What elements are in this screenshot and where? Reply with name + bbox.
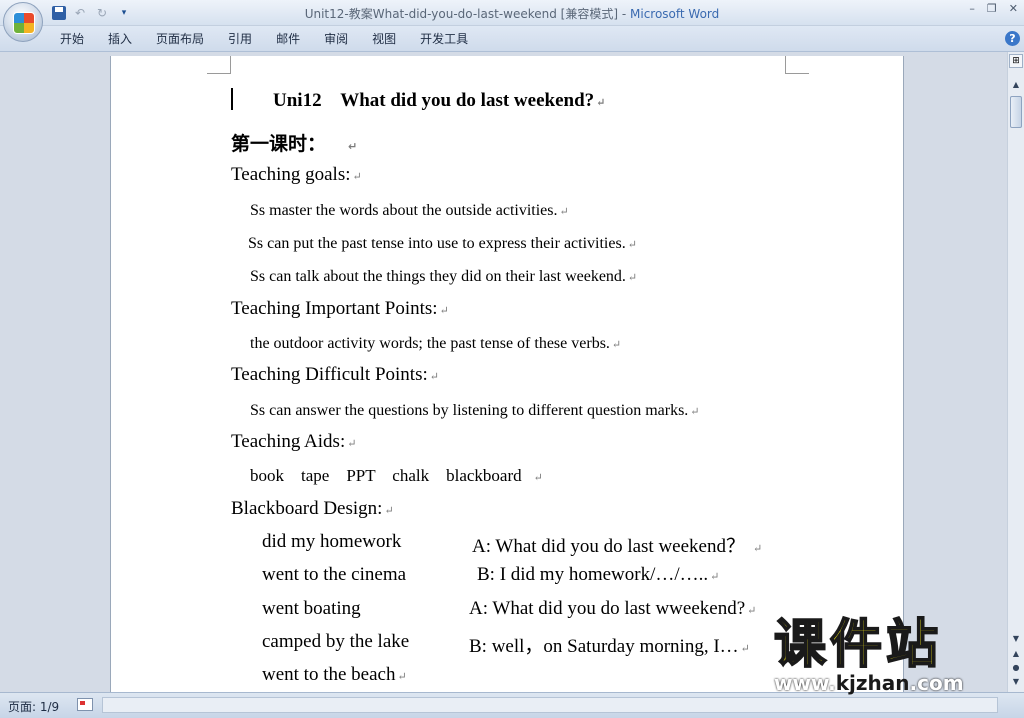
design-left-1: did my homework xyxy=(262,531,402,552)
design-heading: Blackboard Design: ↵ xyxy=(231,498,394,519)
design-right-4: B: well，on Saturday morning, I… ↵ xyxy=(469,636,750,657)
previous-page-icon[interactable]: ▲ xyxy=(1009,648,1023,660)
difficult-points: Ss can answer the questions by listening… xyxy=(250,402,700,419)
design-left-4: camped by the lake xyxy=(262,631,410,652)
tab-insert[interactable]: 插入 xyxy=(96,31,144,47)
goal-3: Ss can talk about the things they did on… xyxy=(250,268,638,285)
tab-references[interactable]: 引用 xyxy=(216,31,264,47)
tab-review[interactable]: 审阅 xyxy=(312,31,360,47)
teaching-aids: book tape PPT chalk blackboard ↵ xyxy=(250,466,543,485)
scroll-down-icon[interactable]: ▼ xyxy=(1009,632,1023,646)
doc-title: Uni12 What did you do last weekend? ↵ xyxy=(273,90,606,111)
minimize-icon[interactable]: – xyxy=(969,2,975,15)
goal-1: Ss master the words about the outside ac… xyxy=(250,202,569,219)
text-cursor xyxy=(231,88,233,110)
status-bar: 页面: 1/9 xyxy=(0,692,1024,718)
proofing-icon[interactable] xyxy=(77,698,93,711)
document-page[interactable]: Uni12 What did you do last weekend? ↵ 第一课… xyxy=(110,56,904,692)
goals-heading: Teaching goals: ↵ xyxy=(231,164,362,185)
tab-page-layout[interactable]: 页面布局 xyxy=(144,31,216,47)
office-logo-icon xyxy=(13,12,35,34)
window-title: Unit12-教案What-did-you-do-last-weekend [兼… xyxy=(0,5,1024,22)
tab-developer[interactable]: 开发工具 xyxy=(408,31,480,47)
aids-heading: Teaching Aids: ↵ xyxy=(231,431,357,452)
important-heading: Teaching Important Points: ↵ xyxy=(231,298,449,319)
watermark-text: 课件站 xyxy=(773,614,943,676)
document-area: Uni12 What did you do last weekend? ↵ 第一课… xyxy=(0,52,1007,692)
tab-mailings[interactable]: 邮件 xyxy=(264,31,312,47)
tab-view[interactable]: 视图 xyxy=(360,31,408,47)
goal-2: Ss can put the past tense into use to ex… xyxy=(248,235,637,252)
horizontal-scrollbar[interactable] xyxy=(102,697,998,713)
title-separator: - xyxy=(618,7,630,21)
close-icon[interactable]: ✕ xyxy=(1009,2,1018,15)
design-right-1: A: What did you do last weekend？ ↵ xyxy=(472,536,763,557)
crop-mark-right xyxy=(785,56,809,74)
next-page-icon[interactable]: ▼ xyxy=(1009,676,1023,688)
watermark-logo: 课件站 www.kjzhan.com xyxy=(766,614,1006,695)
help-icon[interactable]: ? xyxy=(1005,31,1020,46)
ribbon: 开始 插入 页面布局 引用 邮件 审阅 视图 开发工具 ? xyxy=(0,26,1024,52)
restore-icon[interactable]: ❐ xyxy=(987,2,997,15)
watermark-url: www.kjzhan.com xyxy=(774,671,964,695)
ruler-toggle-icon[interactable]: ⊞ xyxy=(1009,54,1023,68)
difficult-heading: Teaching Difficult Points: ↵ xyxy=(231,364,439,385)
page-indicator[interactable]: 页面: 1/9 xyxy=(8,698,59,715)
doc-lesson: 第一课时： ↵ xyxy=(231,133,358,155)
crop-mark-left xyxy=(207,56,231,74)
tab-home[interactable]: 开始 xyxy=(48,31,96,47)
title-bar: ↶ ↻ ▾ Unit12-教案What-did-you-do-last-week… xyxy=(0,0,1024,26)
scroll-thumb[interactable] xyxy=(1010,96,1022,128)
design-left-2: went to the cinema xyxy=(262,564,407,585)
window-controls: – ❐ ✕ xyxy=(969,2,1018,15)
vertical-scrollbar[interactable]: ⊞ ▲ ▼ ▲ ● ▼ xyxy=(1007,52,1024,692)
office-button[interactable] xyxy=(3,2,43,42)
important-points: the outdoor activity words; the past ten… xyxy=(250,335,622,352)
design-right-2: B: I did my homework/…/….. ↵ xyxy=(477,564,720,585)
ribbon-tabs: 开始 插入 页面布局 引用 邮件 审阅 视图 开发工具 xyxy=(48,31,480,47)
browse-object-icon[interactable]: ● xyxy=(1009,662,1023,674)
scroll-up-icon[interactable]: ▲ xyxy=(1009,78,1023,92)
design-right-3: A: What did you do last wweekend? ↵ xyxy=(469,598,757,619)
design-left-3: went boating xyxy=(262,598,361,619)
design-left-5: went to the beach ↵ xyxy=(262,664,407,685)
document-name: Unit12-教案What-did-you-do-last-weekend [兼… xyxy=(304,7,619,21)
app-name: Microsoft Word xyxy=(630,7,720,21)
